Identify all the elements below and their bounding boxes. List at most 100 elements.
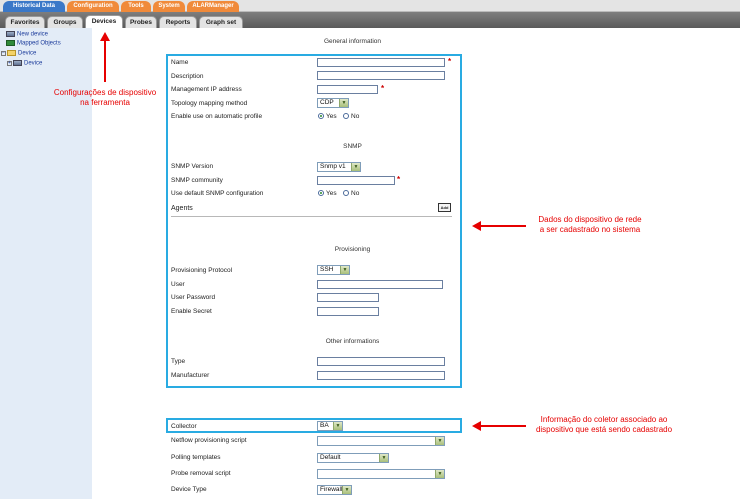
- snmp-community-input[interactable]: [317, 176, 395, 185]
- user-input[interactable]: [317, 280, 443, 289]
- section-title-snmp: SNMP: [343, 143, 362, 150]
- provisioning-protocol-select[interactable]: SSH ▼: [317, 265, 350, 275]
- chevron-down-icon: ▼: [351, 163, 360, 171]
- auto-profile-label: Enable use on automatic profile: [171, 113, 263, 120]
- user-label: User: [171, 281, 185, 288]
- chevron-down-icon: ▼: [333, 422, 342, 430]
- mgmt-ip-input[interactable]: [317, 85, 378, 94]
- section-title-provisioning: Provisioning: [334, 246, 371, 253]
- default-snmp-no-radio[interactable]: No: [343, 190, 359, 197]
- required-marker: *: [397, 175, 401, 184]
- chevron-down-icon: ▼: [342, 486, 351, 494]
- tab-alarmanager[interactable]: ALARManager: [187, 1, 239, 12]
- auto-profile-yes-radio[interactable]: Yes: [318, 113, 337, 120]
- polling-value: Default: [320, 454, 341, 461]
- annotation-device-line2: a ser cadastrado no sistema: [539, 225, 641, 234]
- name-input[interactable]: [317, 58, 445, 67]
- arrow-left-icon: [472, 221, 481, 231]
- required-marker: *: [448, 57, 452, 66]
- mapped-objects-icon: [6, 40, 15, 46]
- polling-select[interactable]: Default ▼: [317, 453, 389, 463]
- tree-item-device-folder[interactable]: − Device: [1, 50, 36, 57]
- annotation-config-line2: na ferramenta: [80, 98, 130, 107]
- no-label: No: [351, 190, 360, 197]
- annotation-config: Configurações de dispositivo na ferramen…: [40, 88, 170, 108]
- device-type-select[interactable]: Firewall ▼: [317, 485, 352, 495]
- yes-label: Yes: [326, 190, 337, 197]
- tree-item-device[interactable]: + Device: [7, 60, 42, 67]
- enable-secret-input[interactable]: [317, 307, 379, 316]
- annotation-collector-line2: dispositivo que está sendo cadastrado: [535, 425, 673, 434]
- device-type-value: Firewall: [320, 486, 343, 493]
- sub-menu-bar: Favorites Groups Devices Probes Reports …: [0, 12, 740, 28]
- agents-label: Agents: [171, 205, 193, 212]
- tab-groups[interactable]: Groups: [47, 16, 83, 28]
- tree-item-new-device[interactable]: New device: [6, 31, 48, 38]
- manufacturer-label: Manufacturer: [171, 372, 210, 379]
- expand-icon[interactable]: +: [7, 60, 12, 66]
- snmp-community-label: SNMP community: [171, 177, 223, 184]
- snmp-version-select[interactable]: Snmp v1 ▼: [317, 162, 361, 172]
- agents-divider: [171, 216, 452, 217]
- annotation-arrow-collector: [481, 425, 526, 427]
- arrow-left-icon: [472, 421, 481, 431]
- arrow-up-icon: [100, 32, 110, 41]
- tab-historical-data[interactable]: Historical Data: [3, 1, 65, 12]
- required-marker: *: [381, 84, 385, 93]
- collector-highlight: [166, 418, 462, 433]
- radio-selected-icon: [318, 190, 324, 196]
- netflow-label: Netflow provisioning script: [171, 437, 247, 444]
- tab-graph-set[interactable]: Graph set: [199, 16, 243, 28]
- tab-system[interactable]: System: [153, 1, 185, 12]
- device-icon: [13, 60, 22, 66]
- manufacturer-input[interactable]: [317, 371, 445, 380]
- provisioning-protocol-label: Provisioning Protocol: [171, 267, 233, 274]
- auto-profile-no-radio[interactable]: No: [343, 113, 359, 120]
- chevron-down-icon: ▼: [435, 470, 444, 478]
- chevron-down-icon: ▼: [340, 266, 349, 274]
- annotation-arrow-up: [104, 40, 106, 82]
- annotation-collector-line1: Informação do coletor associado ao: [540, 415, 668, 424]
- type-input[interactable]: [317, 357, 445, 366]
- provisioning-protocol-value: SSH: [320, 266, 334, 273]
- annotation-collector: Informação do coletor associado ao dispo…: [526, 415, 682, 435]
- collector-select[interactable]: BA ▼: [317, 421, 343, 431]
- chevron-down-icon: ▼: [435, 437, 444, 445]
- radio-empty-icon: [343, 113, 349, 119]
- add-agent-button[interactable]: Add: [438, 203, 451, 212]
- description-label: Description: [171, 73, 204, 80]
- tree-label-device: Device: [24, 60, 43, 67]
- top-menu-bar: Historical Data Configuration Tools Syst…: [0, 0, 740, 12]
- enable-secret-label: Enable Secret: [171, 308, 212, 315]
- user-password-input[interactable]: [317, 293, 379, 302]
- chevron-down-icon: ▼: [379, 454, 388, 462]
- collapse-icon[interactable]: −: [1, 50, 6, 56]
- tab-devices[interactable]: Devices: [85, 15, 123, 28]
- chevron-down-icon: ▼: [339, 99, 348, 107]
- probe-removal-select[interactable]: ▼: [317, 469, 445, 479]
- annotation-arrow-device: [481, 225, 526, 227]
- tab-reports[interactable]: Reports: [159, 16, 197, 28]
- radio-selected-icon: [318, 113, 324, 119]
- tab-favorites[interactable]: Favorites: [5, 16, 45, 28]
- tab-probes[interactable]: Probes: [125, 16, 157, 28]
- annotation-config-line1: Configurações de dispositivo: [53, 88, 157, 97]
- user-password-label: User Password: [171, 294, 216, 301]
- topology-select[interactable]: CDP ▼: [317, 98, 349, 108]
- netflow-select[interactable]: ▼: [317, 436, 445, 446]
- default-snmp-label: Use default SNMP configuration: [171, 190, 264, 197]
- tree-item-mapped-objects[interactable]: Mapped Objects: [6, 40, 61, 47]
- tree-label-device-folder: Device: [18, 50, 37, 57]
- tab-tools[interactable]: Tools: [121, 1, 151, 12]
- yes-label: Yes: [326, 113, 337, 120]
- tab-configuration[interactable]: Configuration: [67, 1, 119, 12]
- device-type-label: Device Type: [171, 486, 207, 493]
- description-input[interactable]: [317, 71, 445, 80]
- folder-icon: [7, 50, 16, 56]
- section-title-other: Other informations: [325, 338, 380, 345]
- no-label: No: [351, 113, 360, 120]
- polling-label: Polling templates: [171, 454, 221, 461]
- tree-label-new-device: New device: [17, 31, 49, 38]
- probe-removal-label: Probe removal script: [171, 470, 231, 477]
- default-snmp-yes-radio[interactable]: Yes: [318, 190, 337, 197]
